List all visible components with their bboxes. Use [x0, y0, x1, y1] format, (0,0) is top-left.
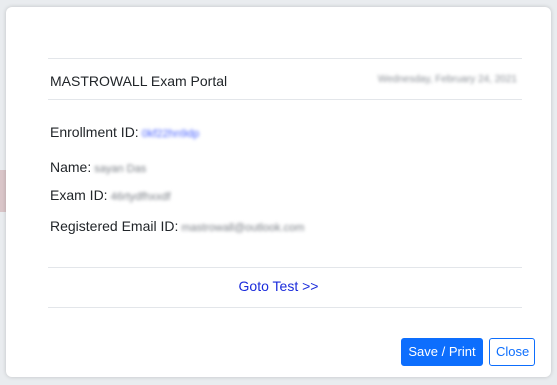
enrollment-label: Enrollment ID:	[50, 124, 139, 140]
email-value: mastrowall@outlook.com	[181, 222, 305, 234]
exam-id-label: Exam ID:	[50, 187, 108, 203]
exam-id-row: Exam ID: 46rtydfhxxdf	[50, 187, 171, 203]
date-text: Wednesday, February 24, 2021	[377, 74, 517, 85]
exam-info-modal: MASTROWALL Exam Portal Wednesday, Februa…	[6, 7, 551, 377]
email-label: Registered Email ID:	[50, 218, 179, 234]
save-print-button[interactable]: Save / Print	[401, 338, 483, 366]
close-button[interactable]: Close	[489, 338, 535, 366]
header-divider	[48, 99, 522, 100]
name-value: sayan Das	[94, 163, 147, 175]
exam-id-value: 46rtydfhxxdf	[110, 191, 171, 203]
portal-title: MASTROWALL Exam Portal	[50, 73, 228, 89]
email-row: Registered Email ID: mastrowall@outlook.c…	[50, 218, 304, 234]
name-label: Name:	[50, 159, 92, 175]
middle-divider	[48, 267, 522, 268]
enrollment-value[interactable]: 0kf22hn9dp	[142, 128, 200, 140]
top-divider	[48, 58, 522, 59]
goto-test-link[interactable]: Goto Test >>	[6, 278, 551, 294]
name-row: Name: sayan Das	[50, 159, 146, 175]
footer-divider	[48, 307, 522, 308]
enrollment-row: Enrollment ID: 0kf22hn9dp	[50, 124, 199, 140]
